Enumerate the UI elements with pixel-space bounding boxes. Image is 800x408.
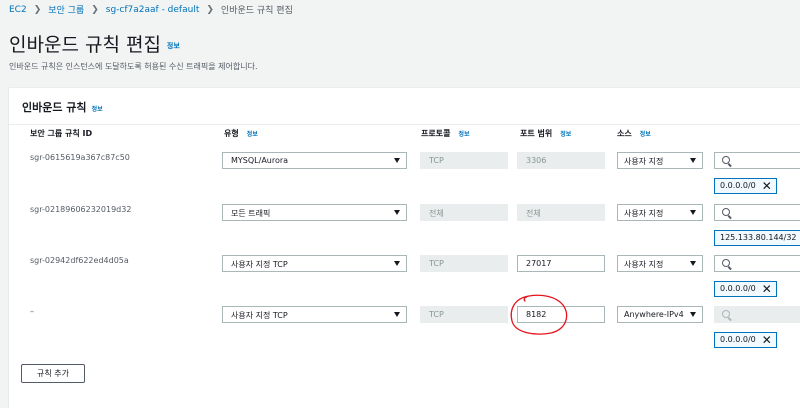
column-header-port-range: 포트 범위 정보 (520, 129, 572, 138)
close-icon[interactable]: ✕ (762, 334, 772, 346)
port-range-field: 3306 (517, 152, 605, 169)
caret-down-icon (394, 261, 400, 266)
caret-down-icon (690, 210, 696, 215)
search-icon (722, 156, 730, 164)
chevron-right-icon: ❯ (33, 4, 42, 15)
cidr-token: 0.0.0.0/0 ✕ (714, 332, 777, 348)
page-description: 인바운드 규칙은 인스턴스에 도달하도록 허용된 수신 트래픽을 제어합니다. (9, 62, 258, 71)
source-type-select[interactable]: Anywhere-IPv4 (617, 306, 703, 323)
caret-down-icon (690, 158, 696, 163)
column-header-type: 유형 정보 (224, 129, 258, 138)
source-search-input[interactable] (714, 204, 800, 221)
caret-down-icon (690, 312, 696, 317)
column-header-protocol: 프로토콜 정보 (421, 129, 470, 138)
chevron-right-icon: ❯ (91, 4, 99, 15)
type-info-link[interactable]: 정보 (247, 131, 258, 138)
rule-id: – (30, 307, 34, 316)
port-range-field: 전체 (517, 204, 605, 221)
panel-title-text: 인바운드 규칙 (22, 101, 87, 114)
caret-down-icon (394, 210, 400, 215)
source-type-select[interactable]: 사용자 지정 (617, 152, 703, 169)
column-header-rule-id: 보안 그룹 규칙 ID (30, 129, 93, 138)
type-select[interactable]: 모든 트래픽 (222, 204, 407, 221)
type-select[interactable]: 사용자 지정 TCP (222, 306, 407, 323)
source-type-select[interactable]: 사용자 지정 (617, 204, 703, 221)
panel-info-link[interactable]: 정보 (92, 106, 103, 113)
caret-down-icon (690, 261, 696, 266)
close-icon[interactable]: ✕ (762, 283, 772, 295)
search-icon (722, 259, 730, 267)
port-info-link[interactable]: 정보 (560, 131, 571, 138)
type-select[interactable]: 사용자 지정 TCP (222, 255, 407, 272)
source-info-link[interactable]: 정보 (640, 131, 651, 138)
close-icon[interactable]: ✕ (762, 180, 772, 192)
column-header-source: 소스 정보 (617, 129, 651, 138)
add-rule-button[interactable]: 규칙 추가 (21, 364, 85, 383)
breadcrumb-current: 인바운드 규칙 편집 (220, 6, 293, 16)
cidr-token: 0.0.0.0/0 ✕ (714, 178, 777, 194)
search-icon (722, 208, 730, 216)
breadcrumb: EC2 ❯ 보안 그룹 ❯ sg-cf7a2aaf - default ❯ 인바… (9, 3, 293, 17)
breadcrumb-ec2[interactable]: EC2 (9, 5, 27, 15)
protocol-field: TCP (420, 306, 508, 323)
breadcrumb-security-group[interactable]: sg-cf7a2aaf - default (106, 5, 200, 15)
port-range-input[interactable]: 27017 (517, 255, 605, 272)
cidr-token: 125.133.80.144/32 (714, 230, 800, 246)
protocol-info-link[interactable]: 정보 (458, 131, 469, 138)
protocol-field: TCP (420, 152, 508, 169)
port-range-input[interactable]: 8182 (517, 306, 605, 323)
page-info-link[interactable]: 정보 (167, 42, 180, 50)
source-search-input (714, 306, 800, 323)
panel-title: 인바운드 규칙 정보 (22, 99, 103, 115)
rule-id: sgr-02189606232019d32 (30, 205, 132, 214)
caret-down-icon (394, 158, 400, 163)
source-type-select[interactable]: 사용자 지정 (617, 255, 703, 272)
page-title-text: 인바운드 규칙 편집 (9, 34, 161, 56)
protocol-field: 전체 (420, 204, 508, 221)
rule-id: sgr-02942df622ed4d05a (30, 256, 129, 265)
type-select[interactable]: MYSQL/Aurora (222, 152, 407, 169)
source-search-input[interactable] (714, 152, 800, 169)
search-icon (722, 310, 730, 318)
page-title: 인바운드 규칙 편집 정보 (9, 30, 180, 57)
chevron-right-icon: ❯ (206, 4, 214, 15)
source-search-input[interactable] (714, 255, 800, 272)
panel-header: 인바운드 규칙 정보 (9, 88, 800, 125)
protocol-field: TCP (420, 255, 508, 272)
breadcrumb-security-groups[interactable]: 보안 그룹 (48, 3, 84, 16)
cidr-token: 0.0.0.0/0 ✕ (714, 281, 777, 297)
rule-id: sgr-0615619a367c87c50 (30, 153, 130, 162)
inbound-rules-panel: 인바운드 규칙 정보 (9, 87, 800, 408)
caret-down-icon (394, 312, 400, 317)
